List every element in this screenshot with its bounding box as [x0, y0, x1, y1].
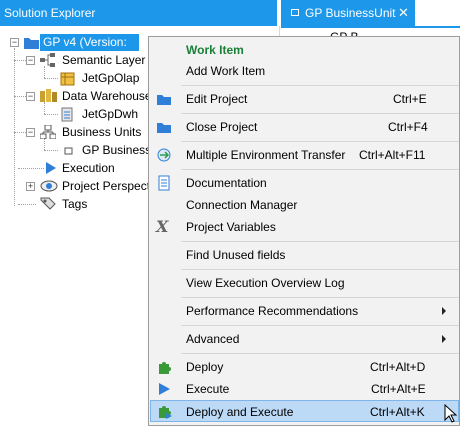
menu-separator: [181, 241, 459, 242]
tree-line: [14, 132, 26, 133]
menu-item-shortcut: Ctrl+E: [393, 92, 427, 106]
menu-item-view-execution-overview-log[interactable]: View Execution Overview Log: [150, 272, 459, 294]
deploy-execute-icon: [157, 404, 173, 420]
menu-item-shortcut: Ctrl+Alt+E: [371, 382, 426, 396]
tree-item-root[interactable]: GP v4 (Version: 11): [40, 34, 139, 66]
tab-underline: [281, 26, 460, 28]
folder-icon: [156, 91, 172, 107]
tree-item-data-warehouses[interactable]: Data Warehouses: [62, 87, 158, 105]
tree-line: [18, 204, 36, 205]
execute-play-icon: [156, 381, 172, 397]
menu-item-deploy-and-execute[interactable]: Deploy and Execute Ctrl+Alt+K: [150, 400, 459, 422]
menu-item-shortcut: Ctrl+Alt+K: [370, 405, 425, 419]
environment-transfer-icon: [156, 147, 172, 163]
execution-play-icon: [44, 161, 58, 178]
tree-item-execution[interactable]: Execution: [62, 159, 115, 177]
tree-line: [44, 114, 58, 115]
tab-label: GP BusinessUnit: [305, 6, 396, 20]
tree-line: [14, 48, 15, 206]
menu-separator: [181, 269, 459, 270]
menu-separator: [181, 141, 459, 142]
folder-icon: [156, 119, 172, 135]
solution-explorer-title: Solution Explorer: [0, 0, 277, 26]
close-icon[interactable]: ✕: [398, 0, 409, 26]
menu-item-label: Close Project: [186, 120, 258, 134]
menu-separator: [181, 297, 459, 298]
tree-line: [44, 150, 58, 151]
tree-item-semantic-layer[interactable]: Semantic Layer: [62, 51, 145, 69]
menu-item-edit-project[interactable]: Edit Project Ctrl+E: [150, 88, 459, 110]
tree-item-project-perspectives[interactable]: Project Perspectiv: [62, 177, 159, 195]
menu-item-label: Connection Manager: [186, 198, 298, 212]
menu-separator: [181, 353, 459, 354]
tree-line: [14, 96, 26, 97]
tree-item-jetgpolap[interactable]: JetGpOlap: [82, 69, 139, 87]
collapse-toggle[interactable]: −: [26, 92, 35, 101]
menu-item-execute[interactable]: Execute Ctrl+Alt+E: [150, 378, 459, 400]
mouse-cursor-icon: [444, 403, 458, 426]
collapse-toggle[interactable]: −: [26, 56, 35, 65]
menu-item-label: Edit Project: [186, 92, 248, 106]
menu-item-performance-recommendations[interactable]: Performance Recommendations: [150, 300, 459, 322]
menu-item-label: Project Variables: [186, 220, 276, 234]
menu-item-label: Documentation: [186, 176, 267, 190]
business-unit-icon: [64, 145, 74, 159]
document-icon: [156, 175, 172, 191]
tree-line: [14, 60, 26, 61]
deploy-puzzle-icon: [156, 359, 172, 375]
collapse-toggle[interactable]: −: [10, 38, 19, 47]
menu-item-shortcut: Ctrl+F4: [388, 120, 428, 134]
tags-icon: [40, 196, 58, 214]
menu-item-label: Find Unused fields: [186, 248, 286, 262]
menu-item-label: View Execution Overview Log: [186, 276, 345, 290]
menu-item-add-work-item[interactable]: Add Work Item: [150, 60, 459, 82]
tree-item-tags[interactable]: Tags: [62, 195, 87, 213]
menu-item-deploy[interactable]: Deploy Ctrl+Alt+D: [150, 356, 459, 378]
submenu-arrow-icon: [442, 307, 446, 315]
context-menu: Work Item Add Work Item Edit Project Ctr…: [148, 36, 460, 426]
menu-item-label: Add Work Item: [186, 64, 266, 78]
menu-separator: [181, 325, 459, 326]
business-units-icon: [39, 124, 57, 142]
menu-separator: [181, 113, 459, 114]
data-warehouses-icon: [40, 89, 58, 106]
submenu-arrow-icon: [442, 335, 446, 343]
menu-item-advanced[interactable]: Advanced: [150, 328, 459, 350]
menu-item-find-unused-fields[interactable]: Find Unused fields: [150, 244, 459, 266]
collapse-toggle[interactable]: −: [26, 128, 35, 137]
menu-item-work-item[interactable]: Work Item: [150, 39, 459, 61]
tree-line: [44, 78, 58, 79]
expand-toggle[interactable]: +: [26, 182, 35, 191]
menu-item-connection-manager[interactable]: Connection Manager: [150, 194, 459, 216]
tab-gp-businessunit[interactable]: GP BusinessUnit ✕: [281, 0, 415, 26]
menu-item-shortcut: Ctrl+Alt+D: [370, 360, 426, 374]
folder-icon: [24, 36, 39, 52]
menu-item-label: Work Item: [186, 43, 244, 57]
menu-item-close-project[interactable]: Close Project Ctrl+F4: [150, 116, 459, 138]
menu-item-label: Deploy and Execute: [186, 405, 294, 419]
semantic-layer-icon: [40, 53, 56, 70]
variable-x-icon: X: [156, 217, 169, 236]
menu-separator: [181, 169, 459, 170]
document-icon: [291, 9, 299, 16]
menu-item-multiple-environment-transfer[interactable]: Multiple Environment Transfer Ctrl+Alt+F…: [150, 144, 459, 166]
menu-item-documentation[interactable]: Documentation: [150, 172, 459, 194]
document-tab-strip: GP BusinessUnit ✕: [281, 0, 460, 26]
menu-item-label: Execute: [186, 382, 230, 396]
menu-item-label: Deploy: [186, 360, 224, 374]
menu-item-shortcut: Ctrl+Alt+F11: [359, 148, 426, 162]
menu-separator: [181, 85, 459, 86]
perspectives-eye-icon: [40, 178, 58, 196]
tree-item-jetgpdwh[interactable]: JetGpDwh: [82, 105, 138, 123]
menu-item-label: Advanced: [186, 332, 240, 346]
tree-item-business-units[interactable]: Business Units: [62, 123, 141, 141]
tree-line: [18, 168, 44, 169]
menu-item-project-variables[interactable]: X Project Variables: [150, 216, 459, 238]
menu-item-label: Multiple Environment Transfer: [186, 148, 346, 162]
menu-item-label: Performance Recommendations: [186, 304, 359, 318]
